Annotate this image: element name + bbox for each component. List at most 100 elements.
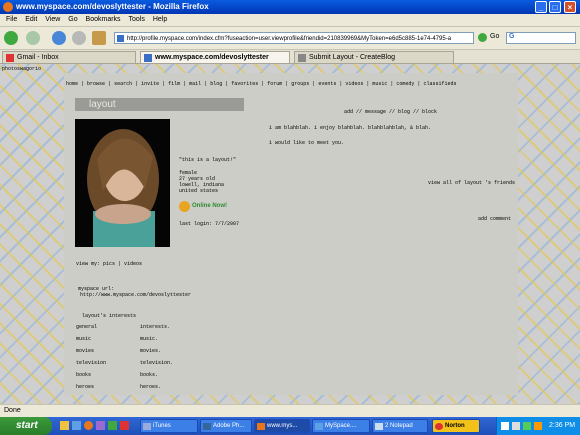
interest-value: books. (140, 372, 159, 378)
nav-music[interactable]: music (372, 81, 387, 87)
interest-key: books (76, 372, 92, 378)
profile-panel: home | browse | search | invite | film |… (64, 73, 518, 395)
nav-film[interactable]: film (168, 81, 180, 87)
nav-groups[interactable]: groups (291, 81, 309, 87)
nav-forum[interactable]: forum (267, 81, 282, 87)
menu-bar: File Edit View Go Bookmarks Tools Help (0, 14, 580, 27)
forward-icon[interactable] (26, 31, 40, 45)
interest-value: interests. (140, 324, 171, 330)
nav-mail[interactable]: mail (189, 81, 201, 87)
tab-myspace[interactable]: www.myspace.com/devoslyttester (140, 51, 290, 63)
taskbar-label: www.mys... (267, 423, 298, 429)
nav-search[interactable]: search (114, 81, 132, 87)
profile-name-header: layout (75, 98, 244, 111)
myspace-url-value: http://www.myspace.com/devoslyttester (80, 292, 192, 298)
reload-icon[interactable] (52, 31, 66, 45)
myspace-icon (144, 54, 152, 62)
nav-classifieds[interactable]: classifieds (423, 81, 456, 87)
tray-icon[interactable] (534, 422, 542, 430)
stop-icon[interactable] (72, 31, 86, 45)
go-icon[interactable] (478, 33, 487, 42)
page-viewport: photoswagorio home | browse | search | i… (0, 64, 580, 404)
nav-blog[interactable]: blog (210, 81, 222, 87)
profile-country: united states (179, 188, 219, 194)
ie-icon (315, 423, 323, 430)
interest-key: heroes (76, 384, 95, 390)
menu-help[interactable]: Help (153, 16, 167, 23)
maximize-button[interactable]: □ (549, 1, 561, 13)
last-login: last login: 7/7/2007 (179, 221, 240, 227)
interest-key: music (76, 336, 92, 342)
taskbar-norton[interactable]: Norton (432, 419, 480, 433)
taskbar-firefox[interactable]: www.mys... (254, 419, 310, 433)
tab-createblog[interactable]: Submit Layout - CreateBlog (294, 51, 454, 63)
quicklaunch-icon[interactable] (120, 421, 129, 430)
tab-label: www.myspace.com/devoslyttester (155, 54, 269, 61)
add-comment-link[interactable]: add comment (478, 216, 511, 222)
profile-photo[interactable] (75, 119, 170, 247)
tab-label: Submit Layout - CreateBlog (309, 54, 395, 61)
nav-browse[interactable]: browse (87, 81, 105, 87)
itunes-icon (143, 423, 151, 430)
nav-favorites[interactable]: favorites (231, 81, 258, 87)
nav-events[interactable]: events (318, 81, 336, 87)
quicklaunch-icon[interactable] (60, 421, 69, 430)
go-button[interactable]: Go (490, 33, 499, 40)
page-icon (298, 54, 306, 62)
menu-tools[interactable]: Tools (129, 16, 145, 23)
nav-invite[interactable]: invite (141, 81, 159, 87)
quicklaunch-icon[interactable] (84, 421, 93, 430)
status-text: Done (4, 407, 21, 414)
taskbar-label: Norton (445, 423, 465, 429)
tab-label: Gmail - Inbox (17, 54, 59, 61)
nav-home[interactable]: home (66, 81, 78, 87)
search-input[interactable]: G (506, 32, 576, 44)
minimize-button[interactable]: _ (535, 1, 547, 13)
window-title: www.myspace.com/devoslyttester - Mozilla… (16, 2, 209, 11)
quicklaunch-icon[interactable] (108, 421, 117, 430)
taskbar-label: 2 Notepad (385, 423, 413, 429)
contact-links[interactable]: add // message // blog // block (344, 109, 437, 115)
quicklaunch-icon[interactable] (72, 421, 81, 430)
interest-value: music. (140, 336, 159, 342)
view-friends-link[interactable]: view all of layout 's friends (428, 180, 515, 186)
menu-edit[interactable]: Edit (25, 16, 37, 23)
window-title-bar: www.myspace.com/devoslyttester - Mozilla… (0, 0, 580, 14)
tray-icon[interactable] (523, 422, 531, 430)
firefox-icon (257, 423, 265, 430)
taskbar-itunes[interactable]: iTunes (140, 419, 198, 433)
taskbar-label: MySpace.... (325, 423, 357, 429)
taskbar-notepad[interactable]: 2 Notepad (372, 419, 428, 433)
tab-gmail[interactable]: Gmail - Inbox (2, 51, 136, 63)
back-icon[interactable] (4, 31, 18, 45)
menu-bookmarks[interactable]: Bookmarks (86, 16, 121, 23)
menu-file[interactable]: File (6, 16, 17, 23)
interest-value: heroes. (140, 384, 162, 390)
taskbar-label: iTunes (153, 423, 171, 429)
taskbar-photoshop[interactable]: Adobe Ph... (200, 419, 252, 433)
interest-value: television. (140, 360, 174, 366)
interest-key: general (76, 324, 98, 330)
firefox-icon (3, 2, 13, 12)
start-button[interactable]: start (0, 417, 52, 435)
interest-key: movies (76, 348, 95, 354)
tray-icon[interactable] (512, 422, 520, 430)
top-left-text: photoswagorio (2, 66, 42, 72)
home-icon[interactable] (92, 31, 106, 45)
view-my-links[interactable]: view my: pics | videos (76, 261, 142, 267)
menu-go[interactable]: Go (68, 16, 77, 23)
about-me-text: i am blahblah. i enjoy blahblah. blahbla… (269, 125, 432, 131)
nav-comedy[interactable]: comedy (396, 81, 414, 87)
address-bar[interactable]: http://profile.myspace.com/index.cfm?fus… (114, 32, 474, 44)
tray-icon[interactable] (501, 422, 509, 430)
close-button[interactable]: × (564, 1, 576, 13)
status-bar: Done (0, 404, 580, 417)
quicklaunch-icon[interactable] (96, 421, 105, 430)
taskbar-clock: 2:36 PM (549, 422, 576, 429)
windows-taskbar: start iTunes Adobe Ph... www.mys... MySp… (0, 417, 580, 435)
menu-view[interactable]: View (45, 16, 60, 23)
online-icon (179, 201, 190, 212)
taskbar-myspace[interactable]: MySpace.... (312, 419, 370, 433)
system-tray: 2:36 PM (496, 417, 580, 435)
nav-videos[interactable]: videos (345, 81, 363, 87)
